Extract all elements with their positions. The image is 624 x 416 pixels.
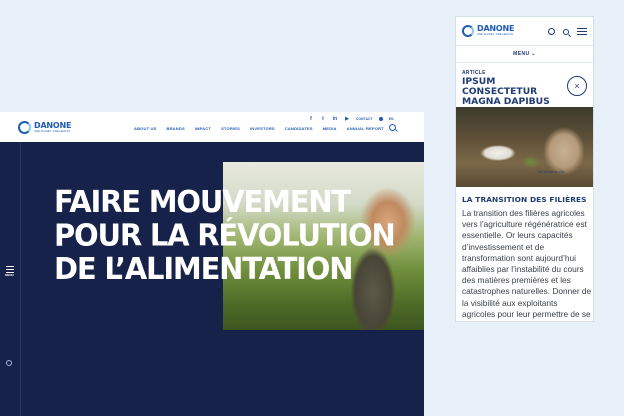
close-button[interactable]: ×: [567, 76, 587, 96]
search-icon[interactable]: [389, 124, 396, 131]
main-nav: ABOUT US BRANDS IMPACT STORIES INVESTORS…: [134, 126, 394, 131]
language-link[interactable]: EN: [389, 117, 394, 121]
nav-media[interactable]: MEDIA: [323, 126, 337, 131]
hero-title: FAIRE MOUVEMENT POUR LA RÉVOLUTION DE L’…: [54, 183, 396, 287]
hero-title-line: FAIRE MOUVEMENT: [54, 183, 351, 220]
nav-candidates[interactable]: CANDIDATES: [285, 126, 313, 131]
desktop-header: DANONE ONE PLANET. ONE HEALTH f t in ▶ C…: [0, 112, 424, 142]
danone-logo-icon: [18, 121, 31, 134]
youtube-icon[interactable]: ▶: [344, 116, 350, 122]
hero-title-line: DE L’ALIMENTATION: [54, 250, 353, 287]
bag-label: be Good to Go: [538, 169, 565, 174]
logo-name: DANONE: [34, 120, 72, 130]
rail-menu-label: MENU: [5, 273, 14, 277]
section-title: LA TRANSITION DES FILIÈRES: [462, 195, 587, 204]
contact-link[interactable]: CONTACT: [356, 117, 373, 121]
danone-logo[interactable]: DANONE ONE PLANET. ONE HEALTH: [462, 25, 514, 37]
utility-bar: f t in ▶ CONTACT EN: [308, 116, 394, 122]
nav-annual-report[interactable]: ANNUAL REPORT: [347, 126, 384, 131]
danone-logo-icon: [462, 25, 474, 37]
side-rail: MENU: [0, 142, 21, 416]
twitter-icon[interactable]: t: [320, 116, 326, 122]
search-icon[interactable]: [563, 28, 569, 35]
article-title: IPSUM CONSECTETUR MAGNA DAPIBUS: [462, 76, 550, 107]
danone-logo[interactable]: DANONE ONE PLANET. ONE HEALTH: [18, 121, 71, 134]
hamburger-icon[interactable]: [577, 26, 587, 37]
nav-about-us[interactable]: ABOUT US: [134, 126, 157, 131]
menu-toggle[interactable]: MENU ⌄: [456, 45, 593, 63]
nav-brands[interactable]: BRANDS: [167, 126, 185, 131]
article-body: La transition des filières agricoles ver…: [462, 208, 592, 319]
accessibility-icon[interactable]: [6, 360, 12, 366]
nav-stories[interactable]: STORIES: [221, 126, 240, 131]
nav-investors[interactable]: INVESTORS: [250, 126, 275, 131]
globe-icon[interactable]: [378, 117, 383, 121]
logo-tagline: ONE PLANET. ONE HEALTH: [477, 33, 514, 37]
article-image: be Good to Go: [456, 107, 593, 187]
desktop-mockup: DANONE ONE PLANET. ONE HEALTH f t in ▶ C…: [0, 112, 424, 416]
nav-impact[interactable]: IMPACT: [195, 126, 211, 131]
logo-name: DANONE: [477, 24, 515, 34]
logo-tagline: ONE PLANET. ONE HEALTH: [34, 129, 71, 133]
mobile-header-icons: [548, 26, 587, 37]
hero-title-line: POUR LA RÉVOLUTION: [54, 217, 396, 253]
facebook-icon[interactable]: f: [308, 116, 314, 122]
globe-icon[interactable]: [548, 28, 555, 35]
linkedin-icon[interactable]: in: [332, 116, 338, 122]
mobile-mockup: DANONE ONE PLANET. ONE HEALTH MENU ⌄ ART…: [455, 16, 594, 322]
